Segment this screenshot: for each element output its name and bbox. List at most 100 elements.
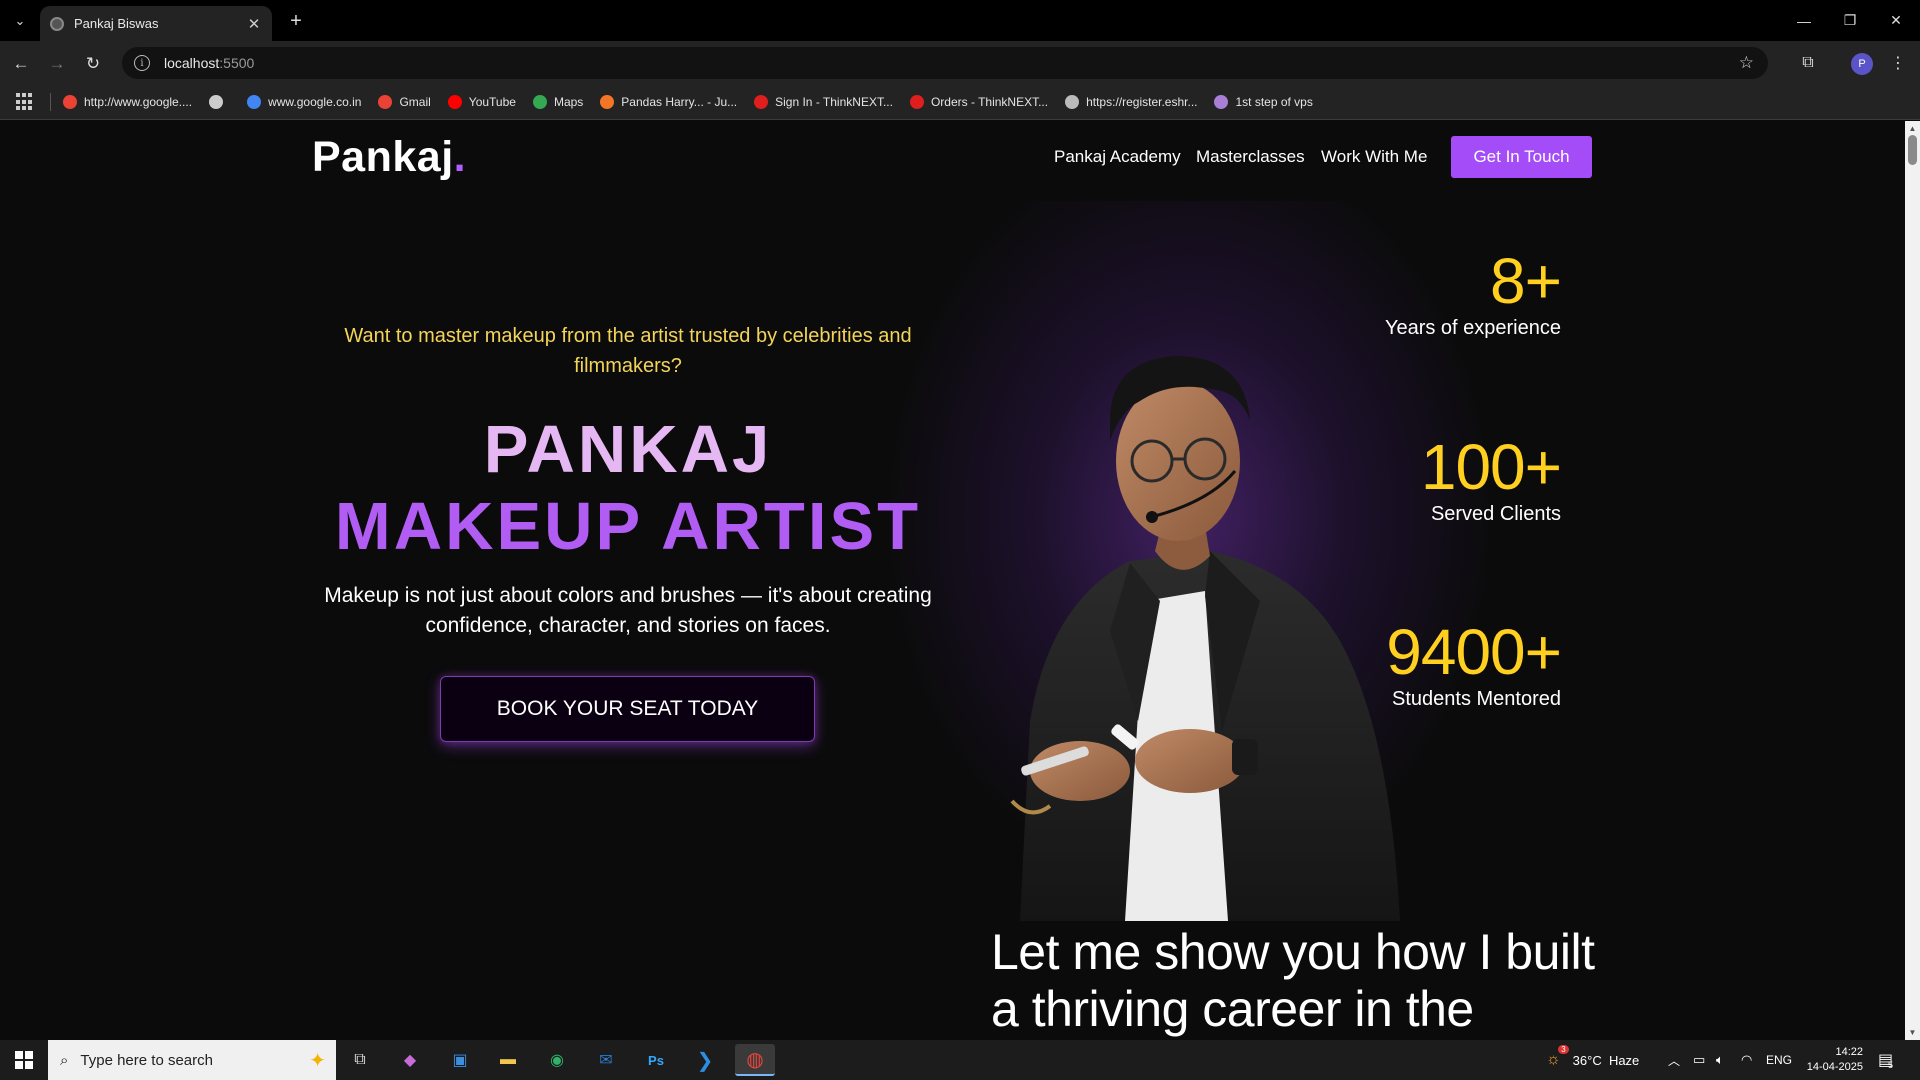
tab-search-chevron-icon[interactable]: ⌄	[6, 8, 34, 34]
browser-menu-icon[interactable]: ⋮	[1888, 51, 1908, 75]
bookmark-item[interactable]: Pandas Harry... - Ju...	[600, 95, 737, 109]
volume-icon[interactable]: 🔈︎	[1716, 1040, 1724, 1080]
profile-avatar[interactable]: P	[1851, 53, 1873, 75]
bookmark-label: 1st step of vps	[1235, 95, 1313, 109]
outlook-app-icon[interactable]: ✉	[586, 1044, 626, 1076]
stat-students-label: Students Mentored	[1392, 688, 1561, 710]
tab-close-icon[interactable]: ✕	[246, 15, 262, 33]
stat-clients-value: 100+	[1420, 431, 1562, 503]
bookmark-list: http://www.google.... www.google.co.in Gma…	[63, 95, 1330, 109]
artist-portrait-image	[1010, 356, 1400, 921]
stat-years: 8+ Years of experience	[1385, 245, 1562, 340]
bookmark-label: Orders - ThinkNEXT...	[930, 95, 1049, 109]
reload-icon[interactable]: ↻	[80, 51, 106, 77]
task-view-icon[interactable]: ⧉	[340, 1044, 380, 1076]
chrome-app-icon[interactable]: ◍	[735, 1044, 775, 1076]
hero-tagline: Want to master makeup from the artist tr…	[344, 325, 912, 377]
minimize-icon[interactable]: —	[1781, 0, 1827, 41]
tray-monitor-icon[interactable]: ▭	[1693, 1040, 1705, 1080]
scroll-up-arrow-icon[interactable]: ▲	[1908, 124, 1917, 133]
wifi-icon[interactable]: ◠	[1741, 1040, 1752, 1080]
hero-subtext: Makeup is not just about colors and brus…	[324, 584, 932, 637]
store-app-icon[interactable]: ▣	[440, 1044, 480, 1076]
url-host: localhost	[164, 55, 220, 71]
scroll-down-arrow-icon[interactable]: ▼	[1908, 1028, 1917, 1037]
thinknext-icon	[909, 95, 924, 109]
weather-text: 36°C Haze	[1572, 1052, 1640, 1068]
gmail-icon	[378, 95, 393, 109]
restore-icon[interactable]: ❐	[1827, 0, 1873, 41]
career-section-heading: Let me show you how I built a thriving c…	[991, 924, 1595, 1037]
bookmark-item[interactable]: Maps	[532, 95, 583, 109]
globe-icon	[209, 95, 224, 109]
address-bar[interactable]: i localhost:5500 ☆	[122, 47, 1768, 79]
stat-clients: 100+ Served Clients	[1420, 431, 1562, 526]
bookmark-label: YouTube	[468, 95, 516, 109]
copilot-app-icon[interactable]: ◆	[390, 1044, 430, 1076]
avatar-icon	[1214, 95, 1229, 109]
bookmark-item[interactable]	[209, 95, 230, 109]
bookmark-item[interactable]: Gmail	[378, 95, 431, 109]
taskbar-search-placeholder: Type here to search	[80, 1051, 213, 1069]
clock-time: 14:22	[1835, 1046, 1863, 1058]
notebook-icon	[600, 95, 615, 109]
get-in-touch-button[interactable]: Get In Touch	[1451, 136, 1592, 178]
new-tab-plus-icon[interactable]: +	[283, 8, 309, 34]
browser-tab-active[interactable]: Pankaj Biswas ✕	[40, 6, 272, 41]
clock-date: 14-04-2025	[1806, 1061, 1863, 1073]
bookmark-item[interactable]: Sign In - ThinkNEXT...	[754, 95, 893, 109]
url-port: :5500	[219, 55, 255, 71]
tab-favicon-icon	[50, 16, 64, 31]
file-explorer-icon[interactable]: ▬	[488, 1044, 528, 1076]
nav-link-academy[interactable]: Pankaj Academy	[1054, 147, 1181, 167]
back-arrow-icon[interactable]: ←	[8, 51, 34, 77]
bookmark-label: http://www.google....	[84, 95, 193, 109]
google-icon	[63, 95, 77, 109]
bookmarks-bar: http://www.google.... www.google.co.in Gma…	[0, 85, 1920, 120]
clock[interactable]: 14:22 14-04-2025	[1803, 1040, 1863, 1080]
bookmark-item[interactable]: www.google.co.in	[247, 95, 361, 109]
page-scrollbar[interactable]: ▲ ▼	[1905, 121, 1920, 1040]
stat-years-value: 8+	[1490, 245, 1562, 317]
bookmark-star-icon[interactable]: ☆	[1739, 53, 1754, 73]
browser-toolbar: ← → ↻ i localhost:5500 ☆ ⧉ P ⋮	[0, 41, 1920, 85]
copilot-sparkle-icon: ✦	[309, 1050, 326, 1072]
extensions-puzzle-icon[interactable]: ⧉	[1796, 51, 1820, 75]
forward-arrow-icon[interactable]: →	[44, 51, 70, 77]
windows-taskbar: ⌕ Type here to search ✦ ⧉ ◆ ▣ ▬ ◉ ✉ Ps ❯…	[0, 1040, 1920, 1080]
photoshop-app-icon[interactable]: Ps	[636, 1044, 676, 1076]
bookmark-label: Pandas Harry... - Ju...	[621, 95, 738, 109]
notifications-icon[interactable]: ▤ 5	[1878, 1040, 1893, 1080]
scrollbar-thumb[interactable]	[1908, 135, 1917, 165]
bookmark-item[interactable]: https://register.eshr...	[1065, 95, 1197, 109]
vscode-app-icon[interactable]: ❯	[685, 1044, 725, 1076]
bookmark-separator	[50, 93, 51, 111]
maps-icon	[532, 95, 547, 109]
book-seat-button[interactable]: BOOK YOUR SEAT TODAY	[440, 676, 815, 742]
tray-chevron-icon[interactable]: ︿	[1668, 1040, 1680, 1080]
stat-clients-label: Served Clients	[1430, 503, 1561, 525]
bookmark-item[interactable]: 1st step of vps	[1214, 95, 1313, 109]
thinknext-icon	[754, 95, 769, 109]
nav-link-masterclasses[interactable]: Masterclasses	[1196, 147, 1305, 167]
bookmark-item[interactable]: http://www.google....	[63, 95, 192, 109]
tab-strip: ⌄ Pankaj Biswas ✕ + — ❐ ✕	[0, 0, 1920, 41]
bookmark-item[interactable]: Orders - ThinkNEXT...	[909, 95, 1049, 109]
emblem-icon	[1065, 95, 1080, 109]
apps-grid-icon[interactable]	[16, 93, 34, 111]
site-info-icon[interactable]: i	[134, 55, 150, 71]
nav-link-work-with-me[interactable]: Work With Me	[1321, 147, 1427, 167]
headline-line-2: MAKEUP ARTIST	[334, 489, 922, 564]
bookmark-label: Gmail	[399, 95, 431, 109]
edge-browser-icon[interactable]: ◉	[537, 1044, 577, 1076]
language-indicator[interactable]: ENG	[1766, 1040, 1792, 1080]
close-window-icon[interactable]: ✕	[1873, 0, 1919, 41]
site-logo[interactable]: Pankaj.	[312, 133, 466, 182]
windows-start-icon[interactable]	[0, 1040, 48, 1080]
taskbar-search-input[interactable]: ⌕ Type here to search ✦	[48, 1040, 336, 1080]
weather-icon: ☼ 3	[1546, 1045, 1569, 1069]
bookmark-label: www.google.co.in	[268, 95, 362, 109]
weather-widget[interactable]: ☼ 3 36°C Haze	[1546, 1040, 1639, 1080]
bookmark-item[interactable]: YouTube	[447, 95, 516, 109]
search-icon: ⌕	[60, 1051, 69, 1069]
